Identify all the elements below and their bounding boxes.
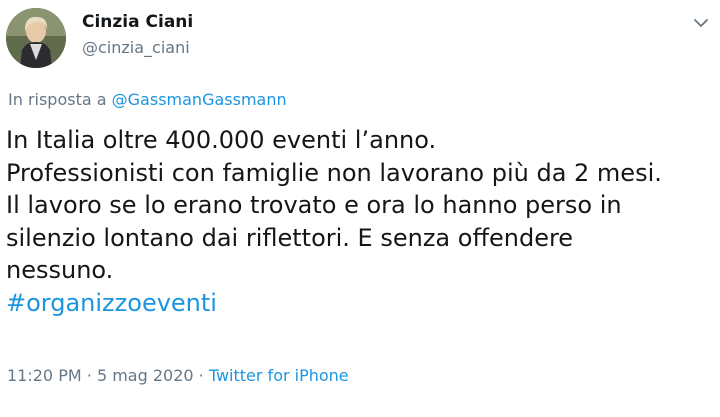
tweet-time[interactable]: 11:20 PM [7, 366, 82, 385]
reply-prefix: In risposta a [8, 90, 107, 109]
meta-separator: · [198, 366, 204, 385]
avatar-image [6, 8, 66, 68]
avatar[interactable] [6, 8, 66, 68]
chevron-down-icon[interactable] [690, 12, 712, 34]
tweet-text-line: Il lavoro se lo erano trovato e ora lo h… [6, 191, 622, 219]
tweet-text: In Italia oltre 400.000 eventi l’anno. P… [6, 124, 711, 319]
tweet-text-line: Professionisti con famiglie non lavorano… [6, 158, 662, 187]
tweet-text-line: In Italia oltre 400.000 eventi l’anno. [6, 126, 437, 154]
tweet-metadata: 11:20 PM · 5 mag 2020 · Twitter for iPho… [7, 366, 349, 385]
reply-target-link[interactable]: @GassmanGassmann [112, 90, 287, 109]
meta-separator: · [86, 366, 92, 385]
tweet-source-link[interactable]: Twitter for iPhone [209, 366, 349, 385]
tweet-text-line: nessuno. [6, 256, 114, 284]
tweet-card: Cinzia Ciani @cinzia_ciani In risposta a… [0, 0, 720, 417]
author-handle[interactable]: @cinzia_ciani [82, 38, 190, 57]
hashtag-link[interactable]: #organizzoeventi [6, 289, 217, 317]
tweet-date[interactable]: 5 mag 2020 [97, 366, 194, 385]
reply-context: In risposta a @GassmanGassmann [8, 90, 287, 109]
tweet-text-line: silenzio lontano dai riflettori. E senza… [6, 223, 574, 252]
author-display-name[interactable]: Cinzia Ciani [82, 12, 193, 32]
